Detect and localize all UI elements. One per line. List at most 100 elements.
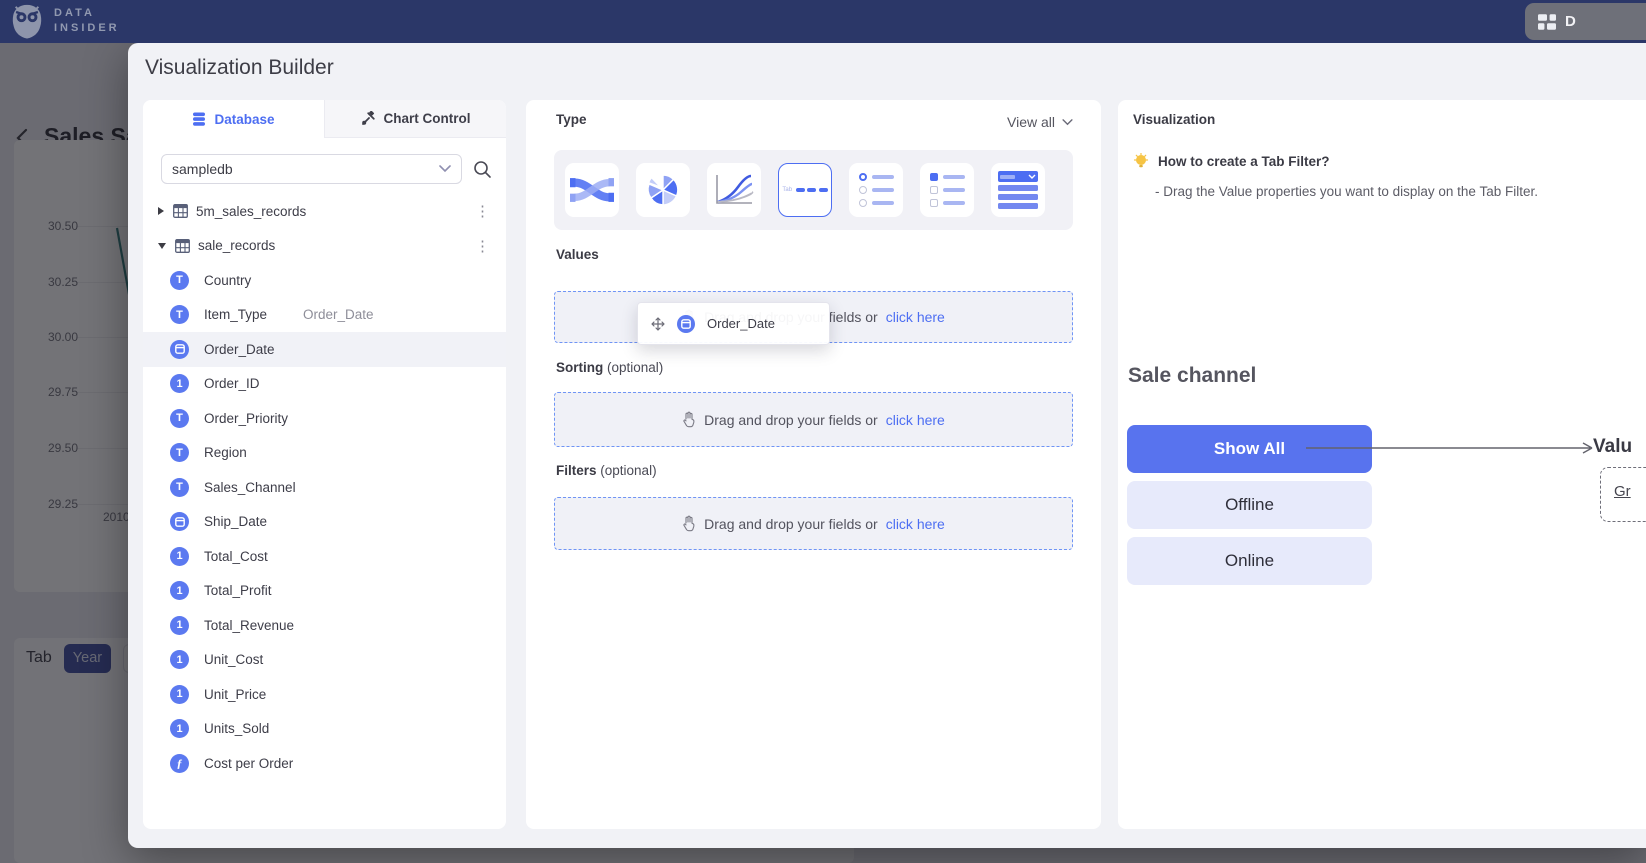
chart-type-radio-list[interactable] — [849, 163, 903, 217]
chart-type-sankey[interactable] — [565, 163, 619, 217]
table-label: 5m_sales_records — [196, 204, 306, 219]
database-search-row — [143, 138, 506, 190]
pie-chart-icon — [645, 172, 681, 208]
table-label: sale_records — [198, 238, 275, 253]
view-all-label: View all — [1007, 114, 1055, 130]
field-item-total-cost[interactable]: 1 Total_Cost — [143, 539, 506, 574]
field-item-ship-date[interactable]: Ship_Date — [143, 505, 506, 540]
field-item-region[interactable]: T Region — [143, 436, 506, 471]
text-field-icon: T — [170, 443, 189, 462]
preview-button-offline[interactable]: Offline — [1127, 481, 1372, 529]
values-section-label: Values — [556, 247, 599, 262]
drag-ghost-card[interactable]: Order_Date — [637, 302, 830, 345]
tab-database[interactable]: Database — [143, 100, 324, 138]
text-field-icon: T — [170, 305, 189, 324]
annotation-heading: Valu — [1593, 436, 1632, 458]
table-icon — [175, 239, 190, 253]
field-item-units-sold[interactable]: 1 Units_Sold — [143, 712, 506, 747]
type-section-label: Type — [556, 112, 587, 127]
date-field-icon — [170, 512, 189, 531]
radio-list-icon — [859, 173, 894, 207]
field-item-order-date[interactable]: Order_Date — [143, 332, 506, 367]
drag-hand-icon — [682, 515, 696, 532]
view-all-dropdown[interactable]: View all — [1007, 114, 1073, 130]
field-item-total-revenue[interactable]: 1 Total_Revenue — [143, 608, 506, 643]
field-item-unit-price[interactable]: 1 Unit_Price — [143, 677, 506, 712]
dashboard-icon — [1538, 14, 1556, 30]
visualization-panel: Visualization How to create a Tab Filter… — [1118, 100, 1646, 829]
filters-drop-zone[interactable]: Drag and drop your fields or click here — [554, 497, 1073, 550]
field-item-unit-cost[interactable]: 1 Unit_Cost — [143, 643, 506, 678]
field-item-order-id[interactable]: 1 Order_ID — [143, 367, 506, 402]
caret-right-icon[interactable] — [158, 207, 164, 215]
text-field-icon: T — [170, 409, 189, 428]
field-item-order-priority[interactable]: T Order_Priority — [143, 401, 506, 436]
chart-type-checkbox-list[interactable] — [920, 163, 974, 217]
annotation-dashed-box[interactable]: Gr — [1600, 467, 1646, 522]
database-select-value[interactable] — [172, 161, 439, 177]
table-icon — [173, 204, 188, 218]
click-here-link[interactable]: click here — [886, 412, 945, 428]
table-select-icon — [998, 171, 1038, 209]
visualization-builder-modal: Visualization Builder Database Chart C — [128, 43, 1646, 848]
field-label: Total_Revenue — [204, 618, 294, 633]
date-field-icon — [170, 340, 189, 359]
function-field-icon: ƒ — [170, 754, 189, 773]
database-select[interactable] — [161, 154, 462, 184]
sorting-section-label: Sorting (optional) — [556, 360, 663, 375]
field-label: Sales_Channel — [204, 480, 296, 495]
field-item-sales-channel[interactable]: T Sales_Channel — [143, 470, 506, 505]
field-label: Order_ID — [204, 376, 260, 391]
field-label: Cost per Order — [204, 756, 293, 771]
chart-type-strip: Tab — [554, 150, 1073, 230]
field-label: Unit_Price — [204, 687, 266, 702]
number-field-icon: 1 — [170, 616, 189, 635]
kebab-menu-icon[interactable]: ⋮ — [472, 237, 494, 255]
chevron-down-icon — [439, 165, 451, 173]
number-field-icon: 1 — [170, 374, 189, 393]
chart-type-pie[interactable] — [636, 163, 690, 217]
field-item-cost-per-order[interactable]: ƒ Cost per Order — [143, 746, 506, 781]
field-label: Ship_Date — [204, 514, 267, 529]
field-label: Unit_Cost — [204, 652, 263, 667]
annotation-arrow — [1306, 440, 1598, 456]
tab-filter-icon: Tab — [782, 187, 827, 193]
chart-type-tab-filter[interactable]: Tab — [778, 163, 832, 217]
field-tree: 5m_sales_records ⋮ sale_records ⋮ T Coun… — [143, 194, 506, 781]
tab-chart-control-label: Chart Control — [384, 111, 471, 126]
field-item-item-type[interactable]: T Item_Type — [143, 298, 506, 333]
app-logo[interactable]: DATA INSIDER — [10, 3, 120, 39]
drag-hand-icon — [682, 411, 696, 428]
tree-table-5m-sales-records[interactable]: 5m_sales_records ⋮ — [143, 194, 506, 229]
caret-down-icon[interactable] — [158, 243, 166, 249]
field-label: Item_Type — [204, 307, 267, 322]
number-field-icon: 1 — [170, 719, 189, 738]
chart-type-line[interactable] — [707, 163, 761, 217]
field-label: Total_Cost — [204, 549, 268, 564]
checkbox-list-icon — [930, 173, 965, 207]
modal-title: Visualization Builder — [145, 56, 334, 80]
search-icon[interactable] — [473, 160, 492, 179]
click-here-link[interactable]: click here — [886, 309, 945, 325]
dashboard-button[interactable]: D — [1525, 3, 1646, 40]
tree-table-sale-records[interactable]: sale_records ⋮ — [143, 229, 506, 264]
number-field-icon: 1 — [170, 650, 189, 669]
tip-title: How to create a Tab Filter? — [1158, 154, 1330, 169]
field-item-country[interactable]: T Country — [143, 263, 506, 298]
field-label: Region — [204, 445, 247, 460]
preview-button-online[interactable]: Online — [1127, 537, 1372, 585]
annotation-box-text: Gr — [1614, 483, 1631, 500]
kebab-menu-icon[interactable]: ⋮ — [472, 202, 494, 220]
left-panel-tabs: Database Chart Control — [143, 100, 506, 138]
tab-chart-control[interactable]: Chart Control — [324, 100, 506, 138]
chart-type-table-select[interactable] — [991, 163, 1045, 217]
tip-title-row: How to create a Tab Filter? — [1133, 153, 1330, 170]
move-icon — [651, 317, 665, 331]
drop-hint: Drag and drop your fields or — [704, 516, 878, 532]
field-item-total-profit[interactable]: 1 Total_Profit — [143, 574, 506, 609]
click-here-link[interactable]: click here — [886, 516, 945, 532]
tab-database-label: Database — [214, 112, 274, 127]
sorting-drop-zone[interactable]: Drag and drop your fields or click here — [554, 392, 1073, 447]
tip-body: - Drag the Value properties you want to … — [1155, 184, 1538, 199]
chevron-down-icon — [1062, 119, 1073, 126]
